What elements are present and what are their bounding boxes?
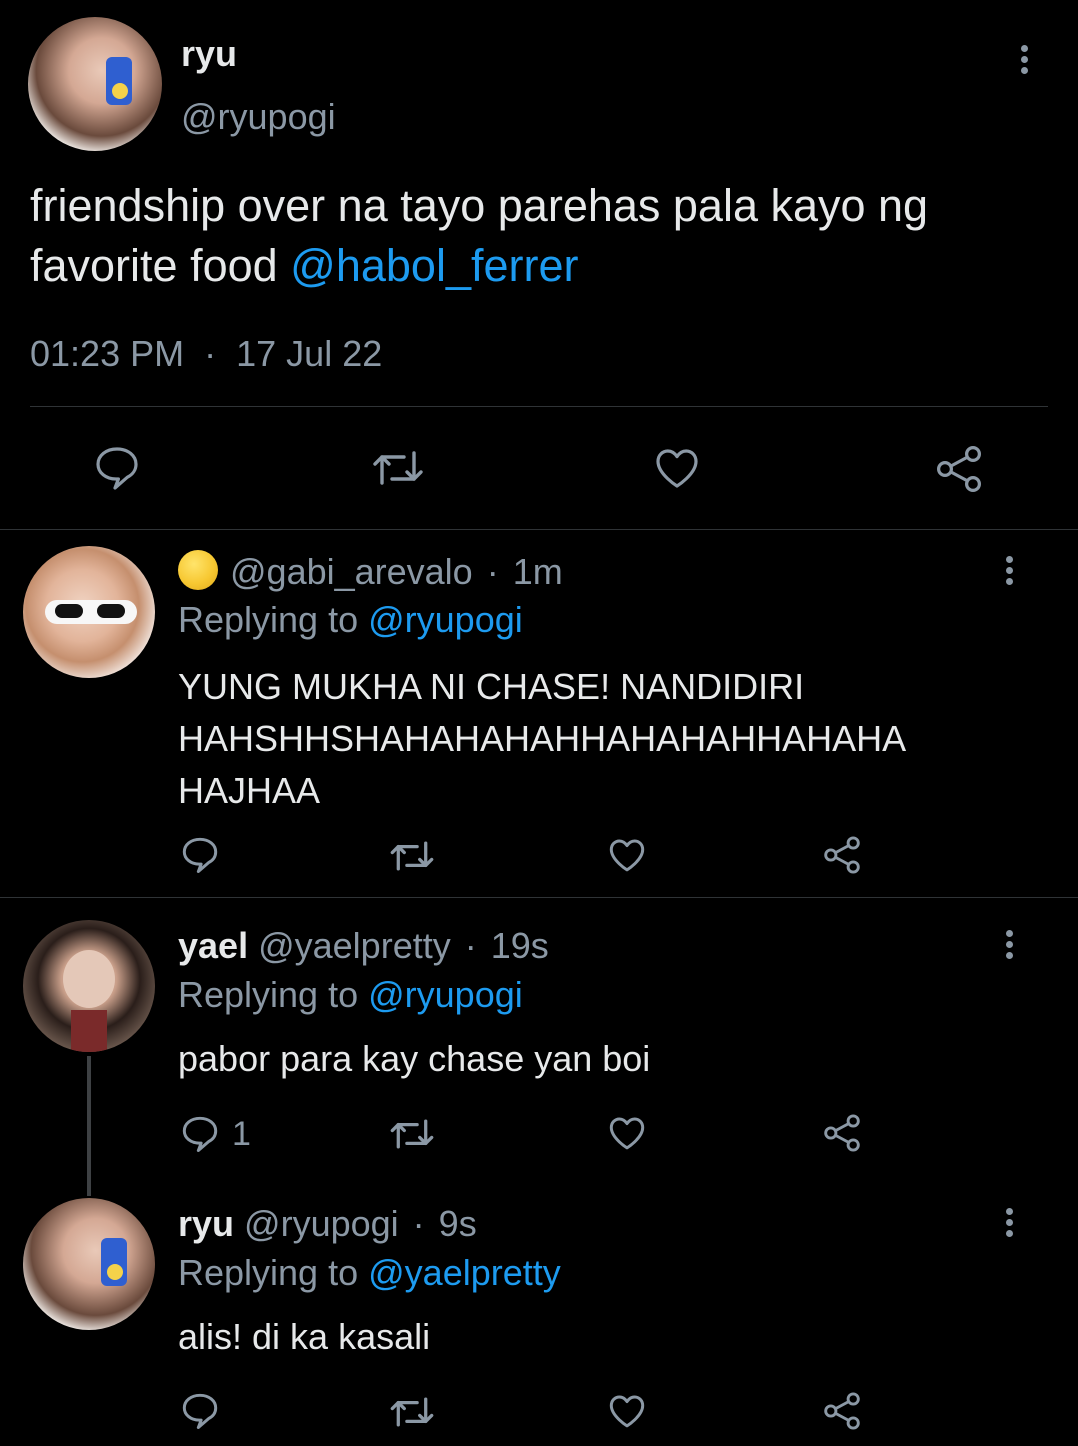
reply-text-line: HAHSHHSHAHAHAHAHHAHAHAHHAHAHA — [178, 718, 907, 759]
like-icon[interactable] — [653, 445, 701, 491]
replying-to-label: Replying to — [178, 599, 359, 640]
reply-time: 9s — [438, 1203, 477, 1244]
reply-text-line: YUNG MUKHA NI CHASE! NANDIDIRI — [178, 666, 805, 707]
replying-to-mention[interactable]: @ryupogi — [368, 599, 523, 640]
author-handle[interactable]: @ryupogi — [181, 95, 336, 139]
like-icon[interactable] — [607, 836, 647, 874]
reply-time: 19s — [490, 925, 549, 966]
avatar-ryu[interactable] — [28, 17, 162, 151]
retweet-icon[interactable] — [388, 1394, 436, 1430]
more-options-icon[interactable] — [1004, 1208, 1014, 1241]
reply-text-line: HAJHAA — [178, 770, 321, 811]
replying-to-label: Replying to — [178, 1252, 359, 1293]
reply-header: yael @yaelpretty · 19s — [178, 924, 549, 968]
separator-dot: · — [464, 925, 477, 966]
separator-dot: · — [412, 1203, 425, 1244]
reply-time: 1m — [512, 551, 563, 592]
more-options-icon[interactable] — [1004, 930, 1014, 963]
reply-header: ryu @ryupogi · 9s — [178, 1202, 477, 1246]
share-icon[interactable] — [821, 1113, 863, 1153]
replying-to: Replying to @ryupogi — [178, 973, 523, 1017]
share-icon[interactable] — [933, 444, 985, 494]
replying-to-mention[interactable]: @ryupogi — [368, 974, 523, 1015]
more-options-icon[interactable] — [1019, 45, 1029, 78]
retweet-icon[interactable] — [370, 447, 426, 489]
reply-icon[interactable] — [93, 445, 141, 491]
avatar-yael[interactable] — [23, 920, 155, 1052]
mention-link[interactable]: @habol_ferrer — [290, 240, 578, 291]
replying-to: Replying to @yaelpretty — [178, 1251, 561, 1295]
separator-dot: · — [486, 551, 499, 592]
thread-connector — [87, 1056, 91, 1196]
replying-to: Replying to @ryupogi — [178, 598, 523, 642]
retweet-icon[interactable] — [388, 838, 436, 874]
divider — [0, 897, 1078, 898]
yellow-face-emoji-icon — [178, 550, 218, 590]
reply-button[interactable]: 1 — [180, 1114, 251, 1154]
share-icon[interactable] — [821, 1391, 863, 1431]
more-options-icon[interactable] — [1004, 556, 1014, 589]
reply-header: @gabi_arevalo · 1m — [178, 550, 563, 594]
reply-display-name[interactable]: yael — [178, 925, 248, 966]
reply-handle[interactable]: @yaelpretty — [258, 925, 451, 966]
reply-handle[interactable]: @gabi_arevalo — [230, 551, 473, 592]
tweet-time: 01:23 PM — [30, 333, 185, 374]
reply-icon[interactable] — [180, 836, 220, 874]
reply-display-name[interactable]: ryu — [178, 1203, 234, 1244]
avatar-ryu[interactable] — [23, 1198, 155, 1330]
divider — [0, 529, 1078, 530]
retweet-icon[interactable] — [388, 1116, 436, 1152]
reply-text: YUNG MUKHA NI CHASE! NANDIDIRI HAHSHHSHA… — [178, 661, 906, 817]
replying-to-mention[interactable]: @yaelpretty — [368, 1252, 561, 1293]
avatar-gabi[interactable] — [23, 546, 155, 678]
reply-text: pabor para kay chase yan boi — [178, 1038, 651, 1079]
replying-to-label: Replying to — [178, 974, 359, 1015]
divider — [30, 406, 1048, 407]
reply-text: alis! di ka kasali — [178, 1316, 431, 1357]
reply-handle[interactable]: @ryupogi — [244, 1203, 399, 1244]
like-icon[interactable] — [607, 1114, 647, 1152]
share-icon[interactable] — [821, 835, 863, 875]
like-icon[interactable] — [607, 1392, 647, 1430]
tweet-timestamp: 01:23 PM · 17 Jul 22 — [30, 332, 382, 376]
reply-icon[interactable] — [180, 1392, 220, 1430]
reply-count: 1 — [232, 1115, 251, 1153]
author-display-name[interactable]: ryu — [181, 32, 237, 76]
tweet-text: friendship over na tayo parehas pala kay… — [30, 176, 1050, 296]
separator-dot: · — [204, 333, 217, 374]
tweet-date: 17 Jul 22 — [236, 333, 383, 374]
reply-icon — [180, 1115, 220, 1153]
